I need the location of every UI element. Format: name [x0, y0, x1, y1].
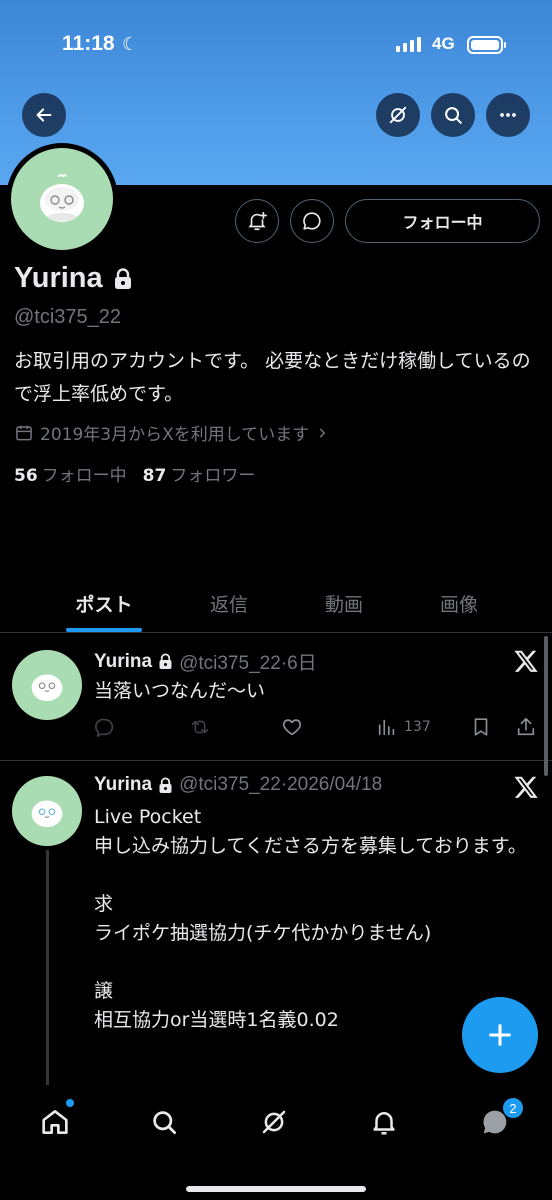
bell-icon — [373, 1112, 395, 1135]
tab-label: 返信 — [209, 594, 248, 616]
lock-icon — [159, 776, 172, 793]
grok-icon — [389, 106, 407, 124]
search-icon — [153, 1111, 176, 1134]
tab-replies[interactable]: 返信 — [208, 580, 250, 632]
home-icon — [42, 1110, 68, 1134]
moon-icon: ☾ — [122, 34, 139, 55]
following-button[interactable]: フォロー中 — [345, 199, 540, 243]
post-author-name[interactable]: Yurina — [94, 774, 152, 796]
views-button[interactable]: 137 — [376, 716, 431, 738]
profile-handle: @tci375_22 — [14, 306, 122, 328]
post-author-name[interactable]: Yurina — [94, 651, 152, 673]
tab-label: 画像 — [439, 594, 478, 616]
messages-badge: 2 — [502, 1097, 524, 1119]
tab-posts[interactable]: ポスト — [0, 580, 208, 632]
chevron-right-icon — [319, 427, 326, 438]
grok-icon — [262, 1110, 286, 1134]
search-button[interactable] — [431, 93, 475, 137]
tab-label: 動画 — [324, 594, 363, 616]
post-actions: 137 — [94, 716, 542, 742]
grok-button[interactable] — [376, 93, 420, 137]
views-count: 137 — [404, 719, 431, 735]
plus-icon — [489, 1024, 511, 1046]
signal-icon — [396, 36, 421, 52]
following-count: 56 — [14, 466, 38, 486]
share-icon — [517, 717, 535, 736]
notify-button[interactable] — [235, 199, 279, 243]
message-button[interactable] — [290, 199, 334, 243]
more-icon — [500, 113, 516, 117]
profile-name-row: Yurina — [14, 262, 133, 295]
follow-stats: 56 フォロー中 87 フォロワー — [14, 461, 255, 486]
battery-icon — [467, 36, 506, 54]
mascot-illustration — [40, 174, 84, 222]
post-meta: @tci375_22·6日 — [179, 653, 317, 674]
bottom-navigation — [0, 1086, 552, 1200]
profile-tabs: ポスト 返信 動画 画像 — [0, 580, 552, 632]
reply-button[interactable] — [94, 716, 116, 738]
bookmark-button[interactable] — [470, 716, 492, 738]
nav-search[interactable] — [146, 1104, 182, 1140]
nav-home[interactable] — [37, 1104, 73, 1140]
following-stat[interactable]: 56 フォロー中 — [14, 461, 127, 486]
followers-count: 87 — [142, 466, 167, 486]
post-avatar[interactable] — [12, 650, 82, 720]
chat-icon — [303, 212, 321, 230]
profile-name: Yurina — [14, 262, 103, 294]
compose-button[interactable] — [462, 997, 538, 1073]
analytics-icon — [378, 719, 395, 736]
share-button[interactable] — [515, 716, 537, 738]
x-logo-icon[interactable] — [513, 648, 539, 674]
post-text: Live Pocket 申し込み協力してくださる方を募集しております。 求 ライ… — [94, 806, 527, 1031]
avatar-image — [11, 148, 113, 250]
tab-label: ポスト — [75, 594, 133, 616]
bell-plus-icon — [248, 211, 267, 231]
post-header: Yurina @tci375_22·2026/04/18 — [94, 774, 382, 796]
post-header: Yurina @tci375_22·6日 — [94, 648, 317, 675]
mascot-illustration — [31, 800, 63, 828]
mascot-illustration — [31, 674, 63, 702]
status-bar: 11:18 ☾ 4G — [0, 30, 552, 62]
lock-icon — [159, 653, 172, 669]
back-button[interactable] — [22, 93, 66, 137]
profile-bio: お取引用のアカウントです。 必要なときだけ稼働しているので浮上率低めです。 — [14, 350, 531, 405]
home-indicator — [186, 1186, 366, 1192]
calendar-icon — [16, 425, 32, 440]
post-divider — [0, 760, 552, 761]
joined-date[interactable]: 2019年3月からXを利用しています — [14, 420, 329, 445]
reply-icon — [95, 718, 114, 737]
home-unread-dot — [66, 1099, 74, 1107]
arrow-left-icon — [36, 108, 52, 122]
x-logo-icon[interactable] — [513, 774, 539, 800]
like-button[interactable] — [281, 716, 303, 738]
network-type: 4G — [432, 34, 455, 53]
nav-notifications[interactable] — [366, 1104, 402, 1140]
tab-images[interactable]: 画像 — [438, 580, 480, 632]
post-avatar[interactable] — [12, 776, 82, 846]
more-button[interactable] — [486, 93, 530, 137]
followers-label: フォロワー — [170, 466, 256, 486]
lock-icon — [114, 267, 131, 289]
joined-text: 2019年3月からXを利用しています — [40, 425, 310, 445]
thread-line — [46, 850, 49, 1085]
bookmark-icon — [474, 718, 488, 736]
post-meta: @tci375_22·2026/04/18 — [179, 774, 383, 795]
tab-videos[interactable]: 動画 — [250, 580, 438, 632]
scrollbar[interactable] — [544, 636, 548, 776]
post-text: 当落いつなんだ〜い — [94, 680, 266, 702]
followers-stat[interactable]: 87 フォロワー — [143, 461, 256, 486]
nav-grok[interactable] — [256, 1104, 292, 1140]
heart-icon — [282, 719, 302, 736]
tabs-divider — [0, 632, 552, 633]
search-icon — [445, 107, 462, 124]
following-label: フォロー中 — [41, 466, 127, 486]
repost-icon — [191, 720, 209, 734]
profile-avatar[interactable] — [6, 143, 118, 255]
repost-button[interactable] — [188, 716, 212, 738]
status-time: 11:18 — [62, 32, 115, 55]
